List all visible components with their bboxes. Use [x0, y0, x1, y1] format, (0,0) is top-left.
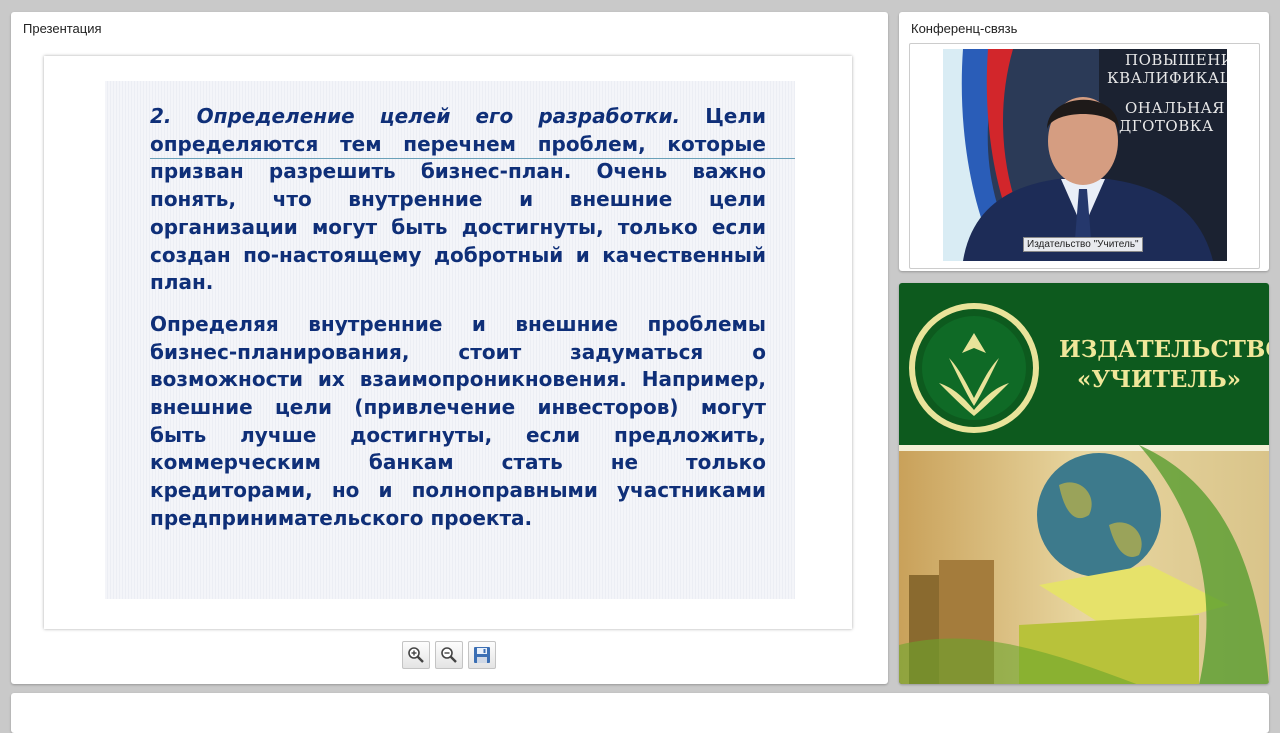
slide-paragraph-2: Определяя внутренние и внешние проблемы … [150, 311, 766, 530]
presenter-figure [963, 97, 1213, 261]
presentation-panel: Презентация 2. Определение целей его раз… [11, 12, 888, 684]
brand-name-line-1: ИЗДАТЕЛЬСТВО [1059, 336, 1269, 363]
zoom-out-button[interactable] [435, 641, 463, 669]
zoom-in-icon [408, 647, 424, 663]
brand-name-line-2: «УЧИТЕЛЬ» [1076, 366, 1242, 393]
slide-toolbar [402, 641, 496, 669]
floppy-disk-icon [474, 647, 490, 663]
slide-paragraph-1: 2. Определение целей его разработки. Цел… [150, 103, 766, 297]
brand-panel: ИЗДАТЕЛЬСТВО «УЧИТЕЛЬ» [899, 283, 1269, 684]
zoom-out-icon [441, 647, 457, 663]
bottom-panel [11, 693, 1269, 733]
video-caption: Издательство "Учитель" [1023, 237, 1143, 252]
video-feed[interactable]: ПОВЫШЕНИЕ КВАЛИФИКАЦИИ ОНАЛЬНАЯ ДГОТОВКА… [943, 49, 1227, 261]
brand-name: ИЗДАТЕЛЬСТВО «УЧИТЕЛЬ» [1059, 335, 1269, 395]
slide-viewer[interactable]: 2. Определение целей его разработки. Цел… [44, 56, 852, 629]
slide-text: 2. Определение целей его разработки. Цел… [150, 103, 766, 547]
conference-panel: Конференц-связь ПОВЫШЕНИЕ КВАЛИФИКАЦИИ О… [899, 12, 1269, 271]
zoom-in-button[interactable] [402, 641, 430, 669]
conference-panel-title: Конференц-связь [911, 21, 1018, 36]
slide: 2. Определение целей его разработки. Цел… [105, 81, 795, 599]
brand-logo [909, 303, 1039, 433]
slide-paragraph-1-text: Цели определяются тем перечнем проблем, … [150, 104, 766, 295]
brand-illustration [899, 445, 1269, 684]
save-button[interactable] [468, 641, 496, 669]
presentation-panel-title: Презентация [23, 21, 102, 36]
slide-heading: 2. Определение целей его разработки. [150, 104, 681, 128]
